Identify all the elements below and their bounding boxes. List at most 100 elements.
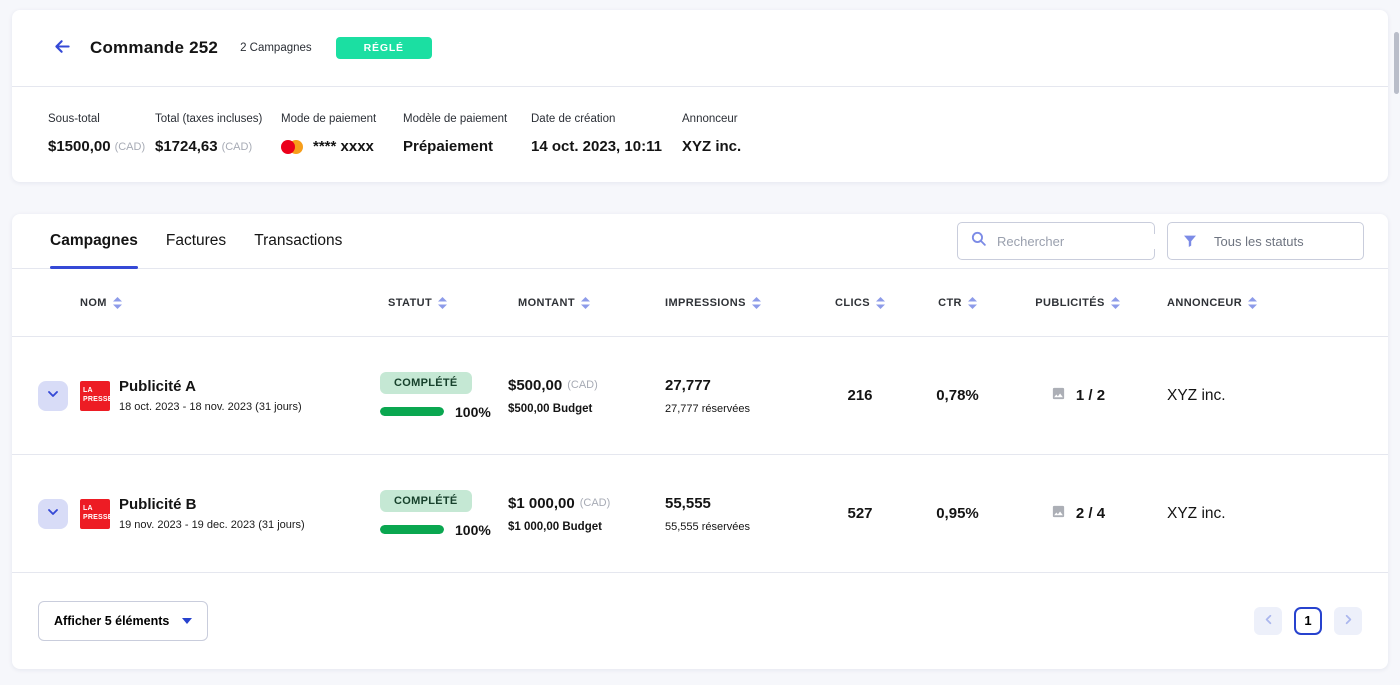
sort-icon [752,297,761,309]
amount: $500,00 [508,377,562,394]
order-header: Commande 252 2 Campagnes RÉGLÉ [12,10,1388,86]
status-chip: COMPLÉTÉ [380,490,472,512]
sort-icon [968,297,977,309]
summary-total: Total (taxes incluses) $1724,63 (CAD) [155,113,281,182]
total-value: $1724,63 [155,138,218,155]
budget: $1 000,00 Budget [508,521,665,533]
tab-bar: Campagnes Factures Transactions Tous les… [12,214,1388,269]
sort-icon [1111,297,1120,309]
ctr: 0,78% [905,387,1010,404]
tabs: Campagnes Factures Transactions [50,214,370,268]
ads-count: 2 / 4 [1076,505,1105,522]
tab-transactions[interactable]: Transactions [254,214,342,268]
col-header-annonceur[interactable]: ANNONCEUR [1145,297,1372,309]
table-header: NOM STATUT MONTANT IMPRESSIONS CLICS CTR… [12,269,1388,336]
currency-suffix: (CAD) [115,141,146,153]
toolbar: Tous les statuts [957,222,1364,260]
campaigns-card: Campagnes Factures Transactions Tous les… [12,214,1388,669]
sort-icon [876,297,885,309]
ctr: 0,95% [905,505,1010,522]
prev-page-button[interactable] [1254,607,1282,635]
creation-date-value: 14 oct. 2023, 10:11 [531,138,682,155]
impressions-reserved: 55,555 réservées [665,521,815,533]
summary-payment-model: Modèle de paiement Prépaiement [403,113,531,182]
col-header-nom[interactable]: NOM [80,297,380,309]
currency-suffix: (CAD) [222,141,253,153]
impressions: 55,555 [665,495,815,512]
budget: $500,00 Budget [508,403,665,415]
status-filter[interactable]: Tous les statuts [1167,222,1364,260]
la-presse-logo: LAPRESSE [80,499,110,529]
summary-advertiser: Annonceur XYZ inc. [682,113,741,182]
progress-percent: 100% [455,404,491,420]
payment-model-value: Prépaiement [403,138,531,155]
back-button[interactable] [44,30,80,66]
col-header-clics[interactable]: CLICS [815,297,905,309]
chevron-down-icon [45,386,61,405]
summary-subtotal: Sous-total $1500,00(CAD) [48,113,155,182]
sort-icon [581,297,590,309]
expand-row-button[interactable] [38,381,68,411]
search-icon [970,230,987,252]
tab-campagnes[interactable]: Campagnes [50,214,138,268]
summary-label: Mode de paiement [281,113,403,125]
summary-label: Date de création [531,113,682,125]
chevron-right-icon [1341,612,1356,630]
card-number-masked: **** xxxx [313,138,374,155]
summary-label: Total (taxes incluses) [155,113,281,125]
summary-label: Modèle de paiement [403,113,531,125]
order-summary: Sous-total $1500,00(CAD) Total (taxes in… [12,87,1388,182]
col-header-ctr[interactable]: CTR [905,297,1010,309]
col-header-impressions[interactable]: IMPRESSIONS [665,297,815,309]
col-header-statut[interactable]: STATUT [380,297,508,309]
caret-down-icon [182,618,192,624]
progress-percent: 100% [455,522,491,538]
impressions: 27,777 [665,377,815,394]
clics: 216 [815,387,905,404]
expand-row-button[interactable] [38,499,68,529]
status-chip: COMPLÉTÉ [380,372,472,394]
image-icon [1050,504,1067,523]
sort-icon [1248,297,1257,309]
sort-icon [113,297,122,309]
advertiser: XYZ inc. [1145,505,1372,523]
clics: 527 [815,505,905,522]
current-page-button[interactable]: 1 [1294,607,1322,635]
mastercard-icon [281,140,303,154]
filter-icon [1182,233,1198,249]
summary-label: Annonceur [682,113,741,125]
impressions-reserved: 27,777 réservées [665,403,815,415]
image-icon [1050,386,1067,405]
progress-bar [380,525,444,534]
summary-payment-method: Mode de paiement **** xxxx [281,113,403,182]
next-page-button[interactable] [1334,607,1362,635]
campaign-name: Publicité B [119,496,305,513]
la-presse-logo: LAPRESSE [80,381,110,411]
search-box[interactable] [957,222,1155,260]
scrollbar-thumb[interactable] [1394,32,1399,94]
summary-label: Sous-total [48,113,155,125]
col-header-publicites[interactable]: PUBLICITÉS [1010,297,1145,309]
filter-label: Tous les statuts [1214,234,1304,249]
page: Commande 252 2 Campagnes RÉGLÉ Sous-tota… [0,0,1400,685]
campaign-dates: 19 nov. 2023 - 19 dec. 2023 (31 jours) [119,519,305,531]
currency-suffix: (CAD) [580,497,611,509]
table-footer: Afficher 5 éléments 1 [12,572,1388,668]
col-header-montant[interactable]: MONTANT [508,297,665,309]
table-row: LAPRESSE Publicité A 18 oct. 2023 - 18 n… [12,336,1388,454]
page-title: Commande 252 [90,38,218,58]
advertiser-value: XYZ inc. [682,138,741,155]
status-badge-regle: RÉGLÉ [336,37,432,59]
summary-creation-date: Date de création 14 oct. 2023, 10:11 [531,113,682,182]
currency-suffix: (CAD) [567,379,598,391]
advertiser: XYZ inc. [1145,387,1372,405]
campaign-dates: 18 oct. 2023 - 18 nov. 2023 (31 jours) [119,401,302,413]
progress-bar [380,407,444,416]
amount: $1 000,00 [508,495,575,512]
search-input[interactable] [997,234,1173,249]
page-size-select[interactable]: Afficher 5 éléments [38,601,208,641]
ads-count: 1 / 2 [1076,387,1105,404]
order-card: Commande 252 2 Campagnes RÉGLÉ Sous-tota… [12,10,1388,182]
tab-factures[interactable]: Factures [166,214,226,268]
chevron-left-icon [1261,612,1276,630]
